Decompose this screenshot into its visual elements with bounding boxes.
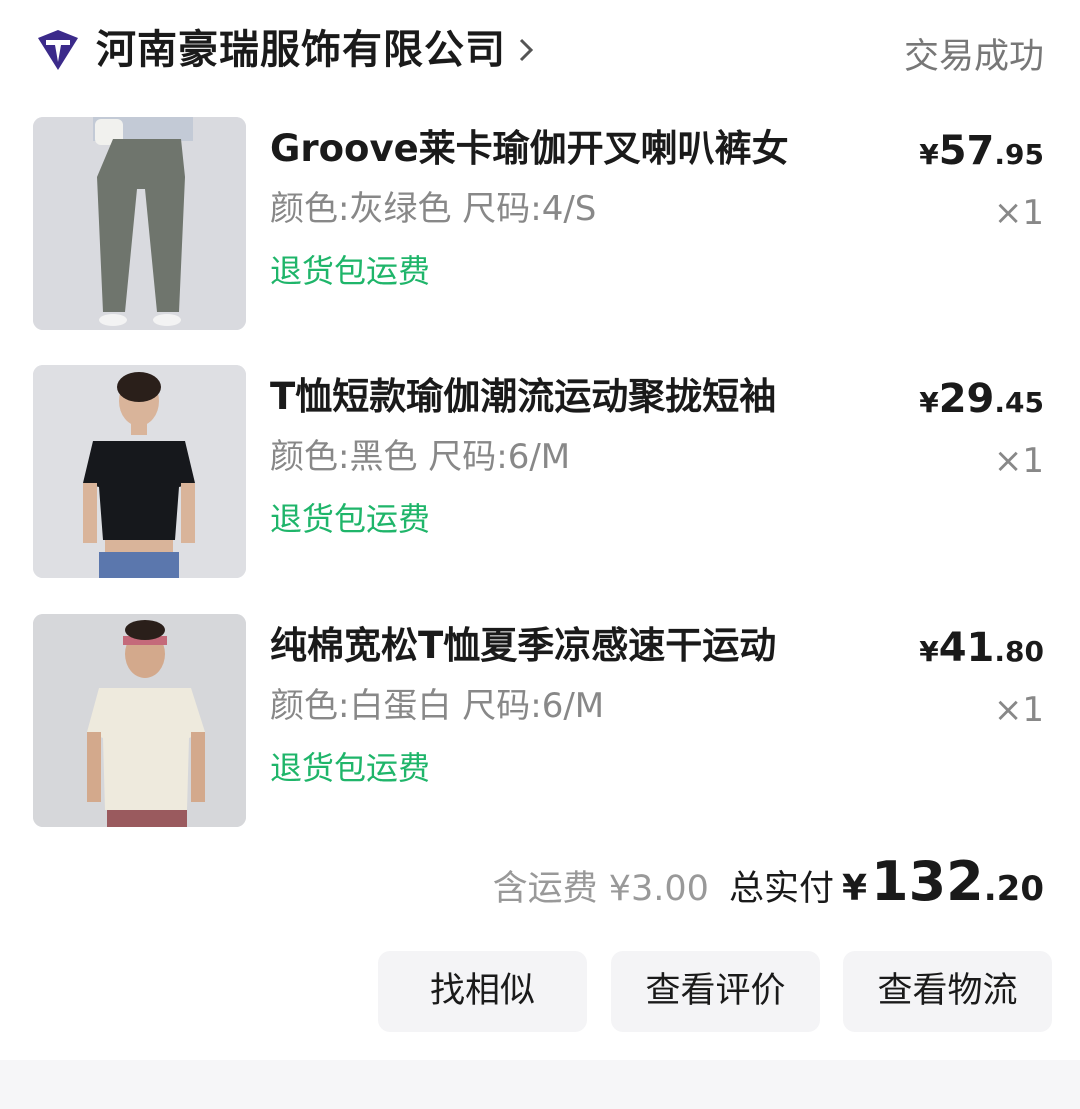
price-decimal: .80 [994,635,1044,668]
price-integer: 41 [938,625,995,671]
price-integer: 29 [938,376,995,422]
shipping-fee: 含运费 ¥3.00 [492,869,709,909]
product-price: ¥57.95 [919,127,1044,183]
order-status: 交易成功 [903,37,1044,77]
total-label: 总实付 [728,869,834,909]
product-title[interactable]: T恤短款瑜伽潮流运动聚拢短袖 [270,373,776,421]
order-total: 含运费 ¥3.00 总实付 ¥132.20 [493,850,1044,916]
price-decimal: .45 [994,386,1044,419]
order-item[interactable]: T恤短款瑜伽潮流运动聚拢短袖 颜色:黑色 尺码:6/M 退货包运费 ¥29.45… [0,365,1080,579]
product-title[interactable]: 纯棉宽松T恤夏季凉感速干运动 [270,622,776,670]
product-price: ¥29.45 [919,375,1044,431]
view-reviews-button[interactable]: 查看评价 [611,951,820,1032]
brand-logo-icon[interactable] [36,30,80,70]
product-thumbnail[interactable] [33,614,246,827]
price-currency: ¥ [919,138,939,171]
price-decimal: .95 [994,138,1044,171]
total-decimal: .20 [983,869,1044,909]
product-spec: 颜色:黑色 尺码:6/M [270,437,571,477]
total-integer: 132 [871,850,984,913]
view-logistics-button[interactable]: 查看物流 [843,951,1052,1032]
return-shipping-badge: 退货包运费 [270,500,431,538]
total-currency: ¥ [841,868,868,909]
section-divider [0,1060,1080,1109]
price-integer: 57 [938,128,995,174]
product-spec: 颜色:白蛋白 尺码:6/M [270,686,605,726]
product-thumbnail[interactable] [33,365,246,578]
find-similar-button[interactable]: 找相似 [378,951,587,1032]
return-shipping-badge: 退货包运费 [270,252,431,290]
price-currency: ¥ [919,386,939,419]
shop-name-link[interactable]: 河南豪瑞服饰有限公司 [96,24,506,76]
product-title[interactable]: Groove莱卡瑜伽开叉喇叭裤女 [270,125,789,173]
product-thumbnail[interactable] [33,117,246,330]
order-item[interactable]: 纯棉宽松T恤夏季凉感速干运动 颜色:白蛋白 尺码:6/M 退货包运费 ¥41.8… [0,614,1080,828]
product-quantity: ×1 [993,690,1044,730]
order-item[interactable]: Groove莱卡瑜伽开叉喇叭裤女 颜色:灰绿色 尺码:4/S 退货包运费 ¥57… [0,117,1080,331]
return-shipping-badge: 退货包运费 [270,749,431,787]
product-quantity: ×1 [993,193,1044,233]
product-quantity: ×1 [993,441,1044,481]
price-currency: ¥ [919,635,939,668]
chevron-right-icon[interactable] [516,34,536,66]
product-spec: 颜色:灰绿色 尺码:4/S [270,189,597,229]
shop-header: 河南豪瑞服饰有限公司 交易成功 [0,0,1080,100]
product-price: ¥41.80 [919,624,1044,680]
